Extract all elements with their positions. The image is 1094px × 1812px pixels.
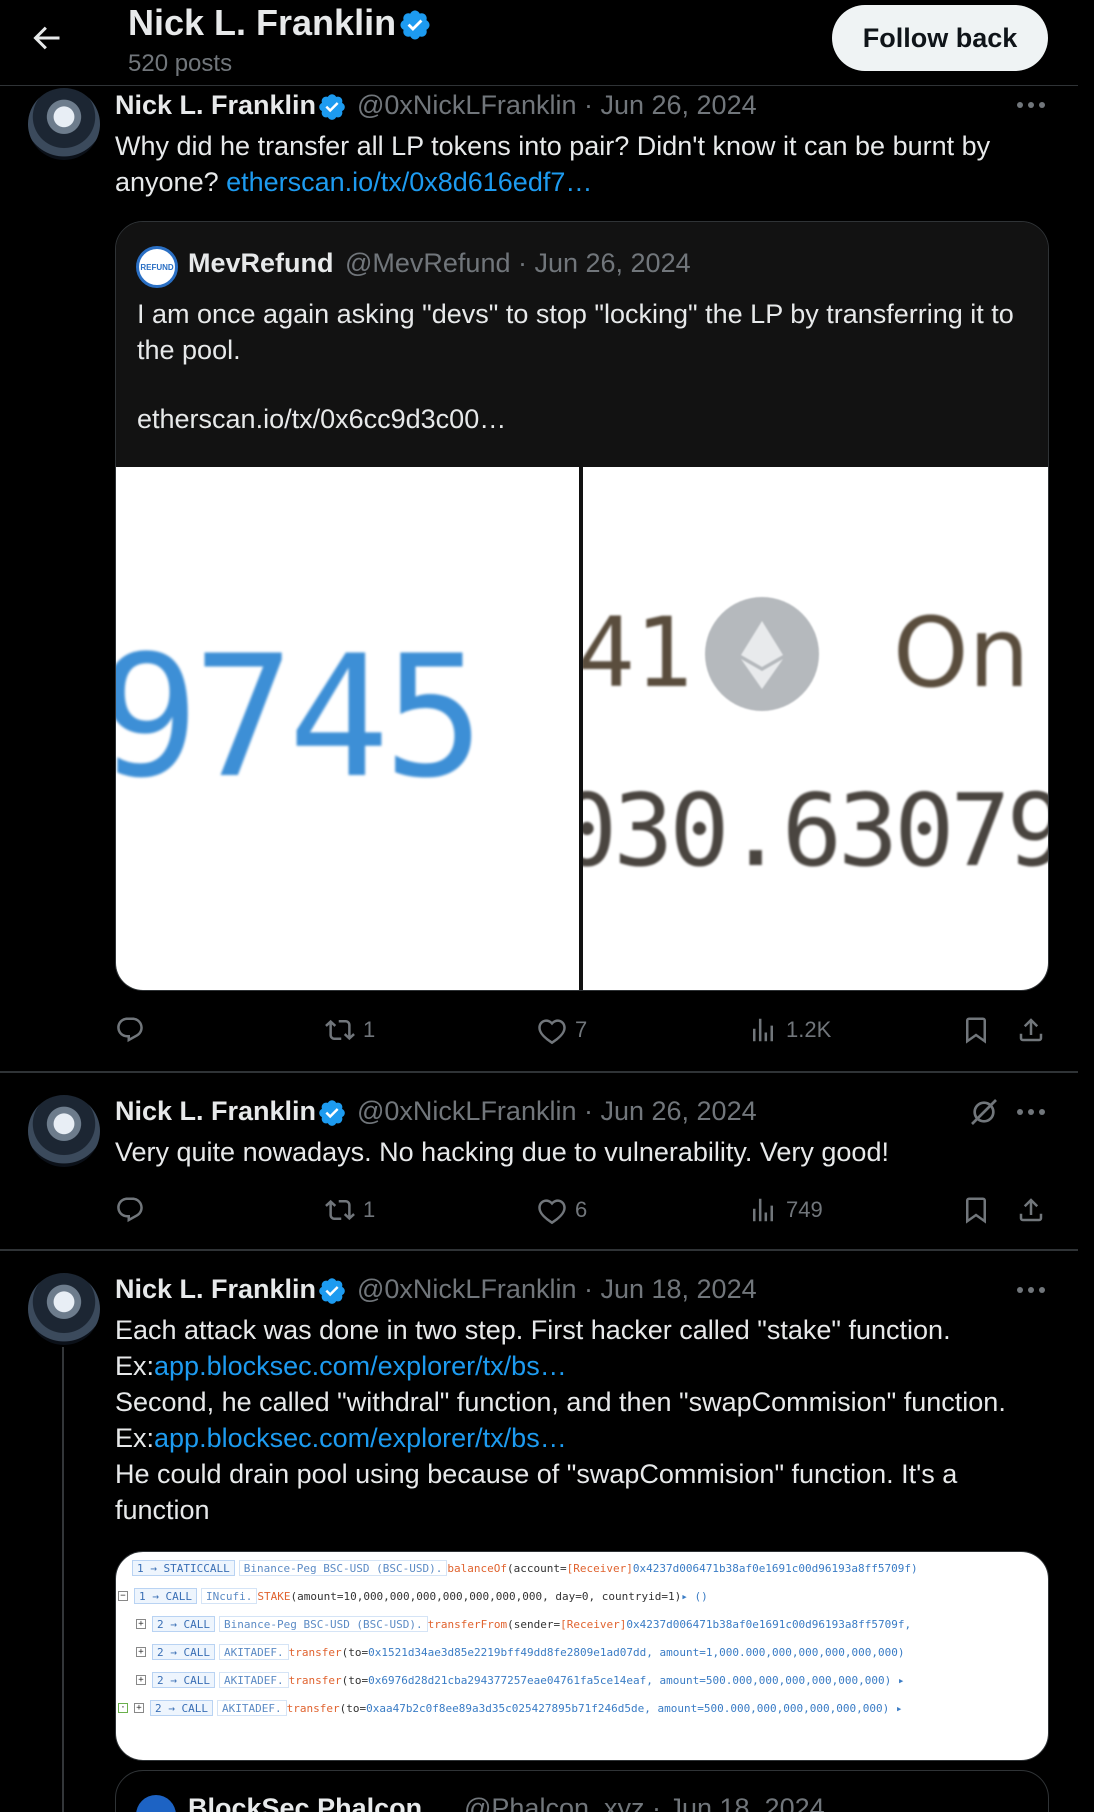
handle-and-date[interactable]: @0xNickLFranklin · Jun 26, 2024 xyxy=(357,90,757,121)
retweet-icon xyxy=(325,1199,355,1221)
author-name[interactable]: Nick L. Franklin xyxy=(115,1096,316,1127)
quoted-tweet[interactable]: BlockSec Phalcon @Phalcon_xyz · Jun 18, … xyxy=(115,1770,1049,1812)
transaction-trace-image[interactable]: 1 → STATICCALL Binance-Peg BSC-USD (BSC-… xyxy=(115,1551,1049,1761)
profile-name: Nick L. Franklin xyxy=(128,2,397,43)
follow-back-button[interactable]: Follow back xyxy=(832,5,1048,71)
quote-author-name: BlockSec Phalcon xyxy=(188,1793,423,1812)
views-button[interactable]: 749 xyxy=(748,1193,823,1227)
retweet-icon xyxy=(325,1019,355,1041)
author-name[interactable]: Nick L. Franklin xyxy=(115,90,316,121)
quote-avatar xyxy=(136,1795,176,1812)
tweet-link[interactable]: etherscan.io/tx/0x8d616edf7… xyxy=(226,167,592,197)
quote-header: REFUND MevRefund @MevRefund · Jun 26, 20… xyxy=(116,222,1048,467)
quoted-tweet[interactable]: REFUND MevRefund @MevRefund · Jun 26, 20… xyxy=(115,221,1049,991)
tweet-text: Each attack was done in two step. First … xyxy=(115,1315,1006,1525)
quote-handle-and-date: @Phalcon_xyz · Jun 18, 2024 xyxy=(464,1793,825,1812)
heart-icon xyxy=(538,1019,566,1045)
trace-row: 1 → STATICCALL Binance-Peg BSC-USD (BSC-… xyxy=(132,1558,918,1578)
tweet-link[interactable]: app.blocksec.com/explorer/tx/bs… xyxy=(154,1423,567,1453)
reply-button[interactable] xyxy=(115,1013,153,1047)
thread-line xyxy=(62,1347,64,1812)
tweet-divider xyxy=(0,1249,1078,1251)
handle-and-date[interactable]: @0xNickLFranklin · Jun 26, 2024 xyxy=(357,1096,757,1127)
quote-handle-and-date: @MevRefund · Jun 26, 2024 xyxy=(345,248,691,278)
heart-icon xyxy=(538,1199,566,1225)
quote-avatar: REFUND xyxy=(136,246,178,288)
avatar[interactable] xyxy=(28,1095,100,1167)
like-button[interactable]: 6 xyxy=(537,1193,587,1227)
scrollbar[interactable] xyxy=(1078,0,1094,1812)
verified-badge-icon xyxy=(319,94,345,120)
retweet-button[interactable]: 1 xyxy=(325,1013,375,1047)
trace-row: + 2 → CALL AKITADEF. transfer (to= 0x1521d3… xyxy=(136,1642,905,1662)
zoomed-number-top: 41 xyxy=(583,597,693,709)
back-arrow-icon[interactable] xyxy=(28,20,64,56)
quote-link: etherscan.io/tx/0x6cc9d3c00… xyxy=(137,404,507,434)
verified-badge-icon xyxy=(319,1278,345,1304)
views-chart-icon xyxy=(753,1198,773,1222)
like-button[interactable]: 7 xyxy=(537,1013,587,1047)
ethereum-icon xyxy=(705,597,819,711)
handle-and-date[interactable]: @0xNickLFranklin · Jun 18, 2024 xyxy=(357,1274,757,1305)
profile-header: Nick L. Franklin 520 posts Follow back xyxy=(0,0,1078,86)
trace-row: · + 2 → CALL AKITADEF. transfer (to= 0xaa47b… xyxy=(118,1698,903,1718)
avatar[interactable] xyxy=(28,88,100,160)
more-options-icon[interactable] xyxy=(1015,1285,1047,1295)
trace-row: − 1 → CALL INcufi. STAKE (amount=10,000,00… xyxy=(118,1586,708,1606)
bookmark-icon[interactable] xyxy=(961,1195,991,1225)
quote-image-right[interactable]: 41 On 030.63079 xyxy=(583,467,1049,990)
share-icon[interactable] xyxy=(1016,1015,1046,1045)
bookmark-icon[interactable] xyxy=(961,1015,991,1045)
tweet-divider xyxy=(0,1071,1078,1073)
reply-icon xyxy=(117,1017,143,1043)
views-chart-icon xyxy=(753,1018,773,1042)
trace-row: + 2 → CALL AKITADEF. transfer (to= 0x6976d2… xyxy=(136,1670,905,1690)
verified-badge-icon xyxy=(400,10,430,40)
share-icon[interactable] xyxy=(1016,1195,1046,1225)
retweet-button[interactable]: 1 xyxy=(325,1193,375,1227)
zoomed-text-on: On xyxy=(893,597,1030,709)
reply-icon xyxy=(117,1197,143,1223)
quote-text: I am once again asking "devs" to stop "l… xyxy=(137,299,1014,365)
grok-icon[interactable] xyxy=(968,1096,1000,1128)
quote-author-name: MevRefund xyxy=(188,248,334,278)
trace-row: + 2 → CALL Binance-Peg BSC-USD (BSC-USD)… xyxy=(136,1614,911,1634)
post-count: 520 posts xyxy=(128,50,233,77)
avatar[interactable] xyxy=(28,1273,100,1345)
quote-image-left[interactable]: 9745 xyxy=(116,467,579,990)
tweet-text: Why did he transfer all LP tokens into p… xyxy=(115,131,991,197)
zoomed-number: 9745 xyxy=(116,619,485,815)
author-name[interactable]: Nick L. Franklin xyxy=(115,1274,316,1305)
zoomed-number-bottom: 030.63079 xyxy=(583,772,1049,889)
views-button[interactable]: 1.2K xyxy=(748,1013,831,1047)
tweet-link[interactable]: app.blocksec.com/explorer/tx/bs… xyxy=(154,1351,567,1381)
verified-badge-icon xyxy=(319,1100,345,1126)
tweet-text: Very quite nowadays. No hacking due to v… xyxy=(115,1137,889,1167)
more-options-icon[interactable] xyxy=(1015,100,1047,110)
reply-button[interactable] xyxy=(115,1193,153,1227)
more-options-icon[interactable] xyxy=(1015,1107,1047,1117)
